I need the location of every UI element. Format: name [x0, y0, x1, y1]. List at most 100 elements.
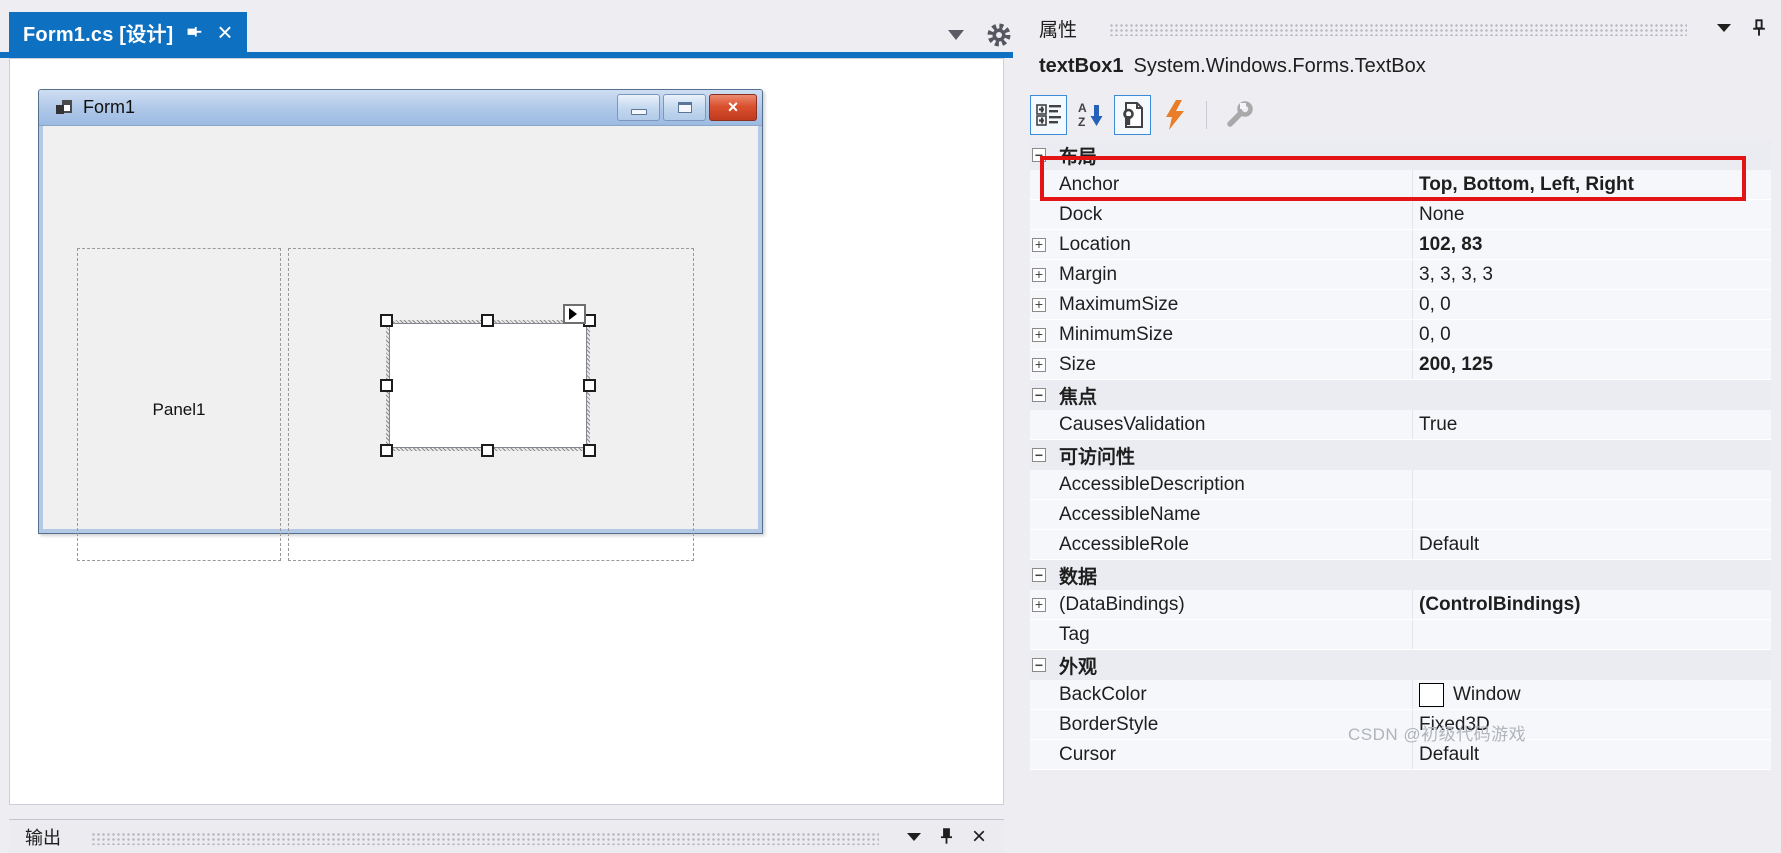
property-value[interactable]: 102, 83 [1413, 234, 1771, 256]
property-row-(DataBindings)[interactable]: + (DataBindings)(ControlBindings) [1030, 590, 1771, 620]
categorized-button[interactable] [1030, 95, 1067, 135]
property-row-MaximumSize[interactable]: +MaximumSize0, 0 [1030, 290, 1771, 320]
property-row-BackColor[interactable]: BackColorWindow [1030, 680, 1771, 710]
minimize-button[interactable] [617, 94, 660, 121]
expand-icon[interactable]: + [1032, 598, 1046, 612]
chevron-down-icon[interactable] [1717, 24, 1731, 32]
form-icon [56, 100, 73, 116]
selection-handle-bottom-right[interactable] [583, 444, 596, 457]
property-row-Size[interactable]: +Size200, 125 [1030, 350, 1771, 380]
category-row-可访问性[interactable]: −可访问性 [1030, 440, 1771, 470]
close-icon[interactable]: × [217, 22, 232, 42]
property-value[interactable]: Window [1413, 683, 1771, 707]
expand-icon[interactable]: + [1032, 328, 1046, 342]
property-name: 可访问性 [1059, 440, 1413, 470]
gear-icon[interactable] [986, 22, 1012, 48]
expand-icon[interactable]: + [1032, 238, 1046, 252]
property-value[interactable]: (ControlBindings) [1413, 594, 1771, 616]
property-value[interactable]: None [1413, 204, 1771, 226]
alphabetical-sort-button[interactable]: A Z [1072, 95, 1109, 135]
selection-handle-bottom-middle[interactable] [481, 444, 494, 457]
document-tab-form1[interactable]: Form1.cs [设计] × [9, 12, 247, 52]
tab-title: Form1.cs [设计] [23, 18, 173, 47]
property-value[interactable]: True [1413, 414, 1771, 436]
collapse-icon[interactable]: − [1032, 148, 1046, 162]
property-name: (DataBindings) [1059, 590, 1413, 619]
categorized-icon [1036, 102, 1062, 128]
selection-handle-middle-right[interactable] [583, 379, 596, 392]
properties-header[interactable]: 属性 [1039, 12, 1767, 44]
property-value[interactable]: 0, 0 [1413, 294, 1771, 316]
selection-handle-middle-left[interactable] [380, 379, 393, 392]
minimize-icon [631, 109, 647, 115]
designer-pane: Form1.cs [设计] × [0, 0, 1013, 853]
pin-icon[interactable] [187, 24, 203, 40]
property-value[interactable]: Default [1413, 744, 1771, 766]
property-row-CausesValidation[interactable]: CausesValidationTrue [1030, 410, 1771, 440]
property-value[interactable]: 200, 125 [1413, 354, 1771, 376]
alphabetical-sort-icon: A Z [1077, 101, 1105, 129]
property-row-Margin[interactable]: +Margin3, 3, 3, 3 [1030, 260, 1771, 290]
property-row-Anchor[interactable]: AnchorTop, Bottom, Left, Right [1030, 170, 1771, 200]
pin-icon[interactable] [939, 828, 954, 845]
panel1[interactable]: Panel1 [77, 248, 281, 561]
collapse-icon[interactable]: − [1032, 388, 1046, 402]
expand-icon[interactable]: + [1032, 268, 1046, 282]
property-row-Location[interactable]: +Location102, 83 [1030, 230, 1771, 260]
property-row-Dock[interactable]: DockNone [1030, 200, 1771, 230]
expand-icon[interactable]: + [1032, 298, 1046, 312]
expand-icon[interactable]: + [1032, 358, 1046, 372]
drag-texture[interactable] [1109, 23, 1687, 36]
category-row-布局[interactable]: −布局 [1030, 140, 1771, 170]
chevron-down-icon[interactable] [907, 833, 921, 841]
property-row-AccessibleRole[interactable]: AccessibleRoleDefault [1030, 530, 1771, 560]
close-icon[interactable]: × [972, 827, 986, 847]
property-value[interactable]: Top, Bottom, Left, Right [1413, 174, 1771, 196]
category-row-外观[interactable]: −外观 [1030, 650, 1771, 680]
property-pages-button[interactable] [1220, 95, 1257, 135]
form1-designer-window[interactable]: Form1 × Panel1 [38, 89, 763, 534]
form-titlebar[interactable]: Form1 × [39, 90, 762, 126]
property-name: CausesValidation [1059, 410, 1413, 439]
row-gutter: + [1030, 268, 1059, 282]
property-value[interactable]: Default [1413, 534, 1771, 556]
property-name: 数据 [1059, 560, 1413, 590]
selection-handle-top-middle[interactable] [481, 314, 494, 327]
panel2[interactable] [288, 248, 694, 561]
design-canvas[interactable]: Form1 × Panel1 [9, 58, 1004, 805]
close-button[interactable]: × [709, 94, 757, 121]
property-row-AccessibleName[interactable]: AccessibleName [1030, 500, 1771, 530]
form-window-buttons: × [617, 94, 757, 121]
events-button[interactable] [1156, 95, 1193, 135]
row-gutter: + [1030, 298, 1059, 312]
svg-text:Z: Z [1078, 115, 1085, 129]
color-swatch [1419, 683, 1444, 707]
output-panel-header[interactable]: 输出 × [9, 819, 1004, 853]
row-gutter: + [1030, 598, 1059, 612]
row-gutter: + [1030, 238, 1059, 252]
property-row-Tag[interactable]: Tag [1030, 620, 1771, 650]
property-name: AccessibleRole [1059, 530, 1413, 559]
smart-tag-button[interactable] [563, 304, 586, 324]
property-name: AccessibleDescription [1059, 470, 1413, 499]
property-value[interactable]: 0, 0 [1413, 324, 1771, 346]
property-row-MinimumSize[interactable]: +MinimumSize0, 0 [1030, 320, 1771, 350]
category-row-数据[interactable]: −数据 [1030, 560, 1771, 590]
selection-handle-top-left[interactable] [380, 314, 393, 327]
textbox1-control[interactable] [389, 323, 587, 448]
textbox1-selection[interactable] [386, 320, 590, 451]
maximize-button[interactable] [663, 94, 706, 121]
collapse-icon[interactable]: − [1032, 448, 1046, 462]
selection-handle-bottom-left[interactable] [380, 444, 393, 457]
drag-texture[interactable] [91, 832, 879, 845]
pin-icon[interactable] [1751, 19, 1767, 37]
collapse-icon[interactable]: − [1032, 658, 1046, 672]
properties-button[interactable] [1114, 95, 1151, 135]
property-value[interactable]: 3, 3, 3, 3 [1413, 264, 1771, 286]
chevron-down-icon[interactable] [948, 30, 964, 40]
form-client-area[interactable]: Panel1 [43, 126, 758, 529]
property-row-AccessibleDescription[interactable]: AccessibleDescription [1030, 470, 1771, 500]
collapse-icon[interactable]: − [1032, 568, 1046, 582]
selected-object-row[interactable]: textBox1System.Windows.Forms.TextBox [1039, 55, 1426, 78]
category-row-焦点[interactable]: −焦点 [1030, 380, 1771, 410]
